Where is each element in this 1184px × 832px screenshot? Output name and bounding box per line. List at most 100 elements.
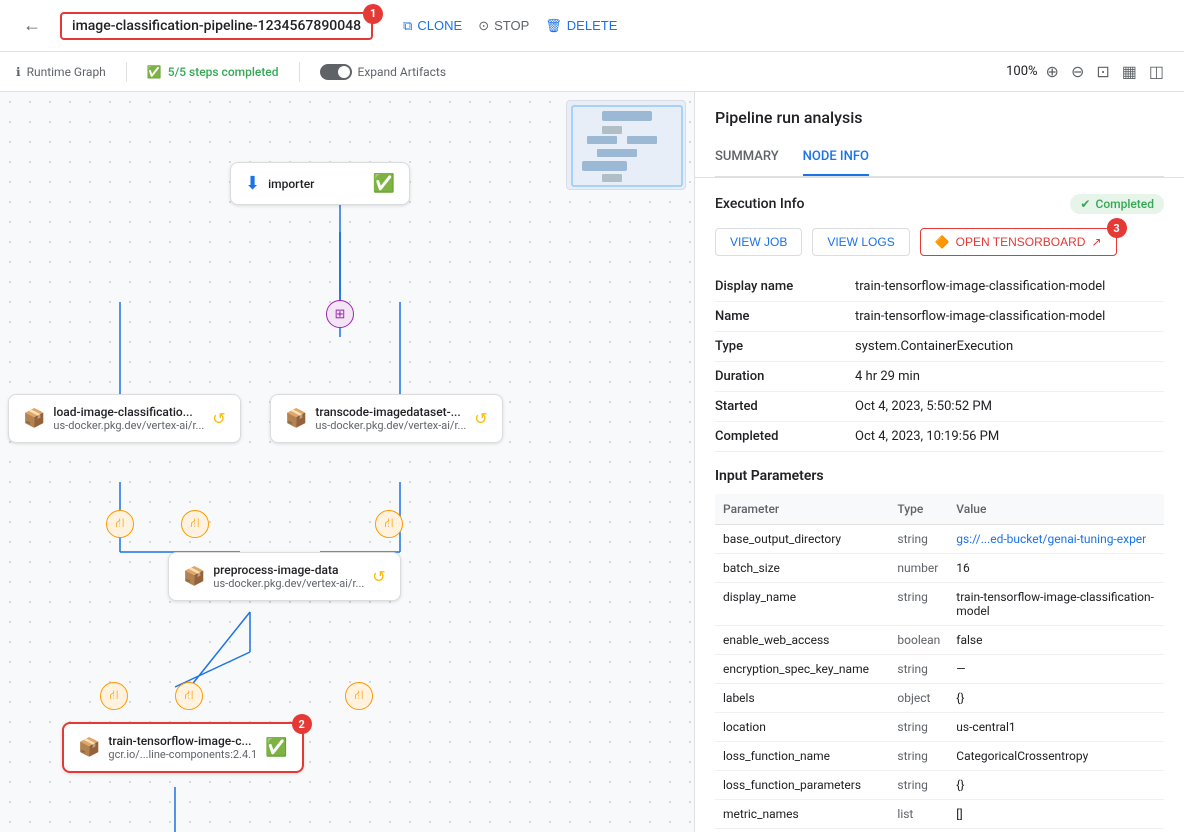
train-text: train-tensorflow-image-c... gcr.io/...li…: [108, 734, 257, 761]
zoom-out-button[interactable]: ⊖: [1067, 58, 1088, 86]
importer-node[interactable]: ⬇ importer ✅: [230, 162, 410, 205]
preprocess-node[interactable]: 📦 preprocess-image-data us-docker.pkg.de…: [168, 552, 401, 601]
info-row-label: Name: [715, 302, 855, 332]
stop-icon: ⊙: [478, 18, 489, 34]
view-logs-button[interactable]: VIEW LOGS: [812, 228, 909, 256]
transcode-retry-icon: ↺: [474, 409, 487, 428]
runtime-graph-label: Runtime Graph: [27, 65, 106, 79]
action-buttons: VIEW JOB VIEW LOGS 🔶 OPEN TENSORBOARD ↗ …: [715, 228, 1164, 256]
param-type: number: [889, 554, 948, 583]
share-icon-5: ⛙: [184, 688, 193, 705]
param-value: {}: [948, 771, 1164, 800]
info-row-value: train-tensorflow-image-classification-mo…: [855, 302, 1164, 332]
zoom-fit-button[interactable]: ⊡: [1092, 58, 1113, 86]
preprocess-text: preprocess-image-data us-docker.pkg.dev/…: [213, 563, 364, 590]
info-row-label: Display name: [715, 272, 855, 302]
train-node[interactable]: 📦 train-tensorflow-image-c... gcr.io/...…: [62, 722, 304, 773]
train-icon: 📦: [78, 737, 100, 758]
external-link-icon: ↗: [1091, 235, 1101, 249]
param-value: —: [948, 829, 1164, 832]
back-button[interactable]: ←: [16, 10, 48, 42]
param-name: encryption_spec_key_name: [715, 655, 889, 684]
tensorboard-label: OPEN TENSORBOARD: [956, 235, 1086, 249]
exec-info-row: Execution Info ✔ Completed: [715, 194, 1164, 214]
load-sub: us-docker.pkg.dev/vertex-ai/r...: [53, 419, 204, 432]
stop-button[interactable]: ⊙ STOP: [478, 18, 529, 34]
param-row: base_output_directorystringgs://...ed-bu…: [715, 525, 1164, 554]
status-check-icon: ✔: [1080, 197, 1090, 211]
toolbar-actions: ⧉ CLONE ⊙ STOP 🗑 DELETE: [403, 18, 617, 34]
param-value[interactable]: gs://...ed-bucket/genai-tuning-exper: [948, 525, 1164, 554]
delete-button[interactable]: 🗑 DELETE: [545, 18, 617, 34]
info-row-label: Duration: [715, 362, 855, 392]
tensorboard-icon: 🔶: [935, 235, 950, 249]
type-col-header: Type: [889, 494, 948, 525]
table-view-button[interactable]: ▦: [1118, 58, 1141, 86]
load-retry-icon: ↺: [212, 409, 225, 428]
tab-node-info[interactable]: NODE INFO: [803, 139, 869, 176]
badge-3: 3: [1107, 218, 1127, 238]
panel-toggle-button[interactable]: ◫: [1145, 58, 1168, 86]
info-row-value: 4 hr 29 min: [855, 362, 1164, 392]
clone-button[interactable]: ⧉ CLONE: [403, 18, 462, 34]
zoom-in-button[interactable]: ⊕: [1042, 58, 1063, 86]
toolbar: ← image-classification-pipeline-12345678…: [0, 0, 1184, 52]
preprocess-icon: 📦: [183, 566, 205, 587]
param-row: loss_function_parametersstring{}: [715, 771, 1164, 800]
orange-connector-2: ⛙: [181, 510, 209, 538]
param-name: base_output_directory: [715, 525, 889, 554]
param-type: string: [889, 742, 948, 771]
panel-tabs: SUMMARY NODE INFO: [715, 139, 1164, 177]
params-title: Input Parameters: [715, 468, 1164, 484]
param-type: list: [889, 800, 948, 829]
param-name: batch_size: [715, 554, 889, 583]
zoom-level: 100%: [1006, 64, 1037, 79]
info-row-value: Oct 4, 2023, 10:19:56 PM: [855, 422, 1164, 452]
orange-connector-5: ⛙: [175, 682, 203, 710]
transcode-node[interactable]: 📦 transcode-imagedataset-... us-docker.p…: [270, 394, 503, 443]
param-row: labelsobject{}: [715, 684, 1164, 713]
param-type: string: [889, 655, 948, 684]
panel-title: Pipeline run analysis: [715, 108, 1164, 127]
param-value: us-central1: [948, 713, 1164, 742]
badge-1: 1: [363, 4, 383, 24]
share-icon-1: ⛙: [115, 516, 124, 533]
train-sub: gcr.io/...line-components:2.4.1: [108, 748, 257, 761]
mini-map: [566, 100, 686, 190]
load-node[interactable]: 📦 load-image-classificatio... us-docker.…: [8, 394, 241, 443]
info-row-label: Type: [715, 332, 855, 362]
status-text: Completed: [1095, 197, 1154, 211]
mini-map-svg: [567, 101, 686, 190]
param-name: location: [715, 713, 889, 742]
param-type: string: [889, 771, 948, 800]
info-table: Display nametrain-tensorflow-image-class…: [715, 272, 1164, 452]
graph-icon: ℹ: [16, 65, 21, 79]
download-icon: ⬇: [245, 173, 260, 194]
view-job-button[interactable]: VIEW JOB: [715, 228, 802, 256]
orange-connector-4: ⛙: [100, 682, 128, 710]
tab-summary[interactable]: SUMMARY: [715, 139, 779, 176]
expand-artifacts-toggle[interactable]: [320, 64, 352, 80]
info-row-value: train-tensorflow-image-classification-mo…: [855, 272, 1164, 302]
param-type: string: [889, 583, 948, 626]
panel-content: Execution Info ✔ Completed VIEW JOB VIEW…: [695, 178, 1184, 832]
param-name: network: [715, 829, 889, 832]
right-panel: Pipeline run analysis SUMMARY NODE INFO …: [694, 92, 1184, 832]
param-name: loss_function_name: [715, 742, 889, 771]
steps-label: 5/5 steps completed: [168, 65, 279, 79]
expand-artifacts-item[interactable]: Expand Artifacts: [320, 64, 447, 80]
info-row: Typesystem.ContainerExecution: [715, 332, 1164, 362]
check-circle-icon: ✅: [147, 65, 162, 79]
pipeline-canvas[interactable]: ⬇ importer ✅ ⊞ 📦 load-image-classificati…: [0, 92, 694, 832]
share-icon-2: ⛙: [190, 516, 199, 533]
preprocess-sub: us-docker.pkg.dev/vertex-ai/r...: [213, 577, 364, 590]
param-name: labels: [715, 684, 889, 713]
runtime-graph-item: ℹ Runtime Graph: [16, 65, 106, 79]
open-tensorboard-button[interactable]: 🔶 OPEN TENSORBOARD ↗: [920, 228, 1117, 256]
share-icon-6: ⛙: [354, 688, 363, 705]
status-badge: ✔ Completed: [1070, 194, 1164, 214]
divider-1: [126, 62, 127, 82]
main-container: ⬇ importer ✅ ⊞ 📦 load-image-classificati…: [0, 92, 1184, 832]
param-value: —: [948, 655, 1164, 684]
info-row: Duration4 hr 29 min: [715, 362, 1164, 392]
